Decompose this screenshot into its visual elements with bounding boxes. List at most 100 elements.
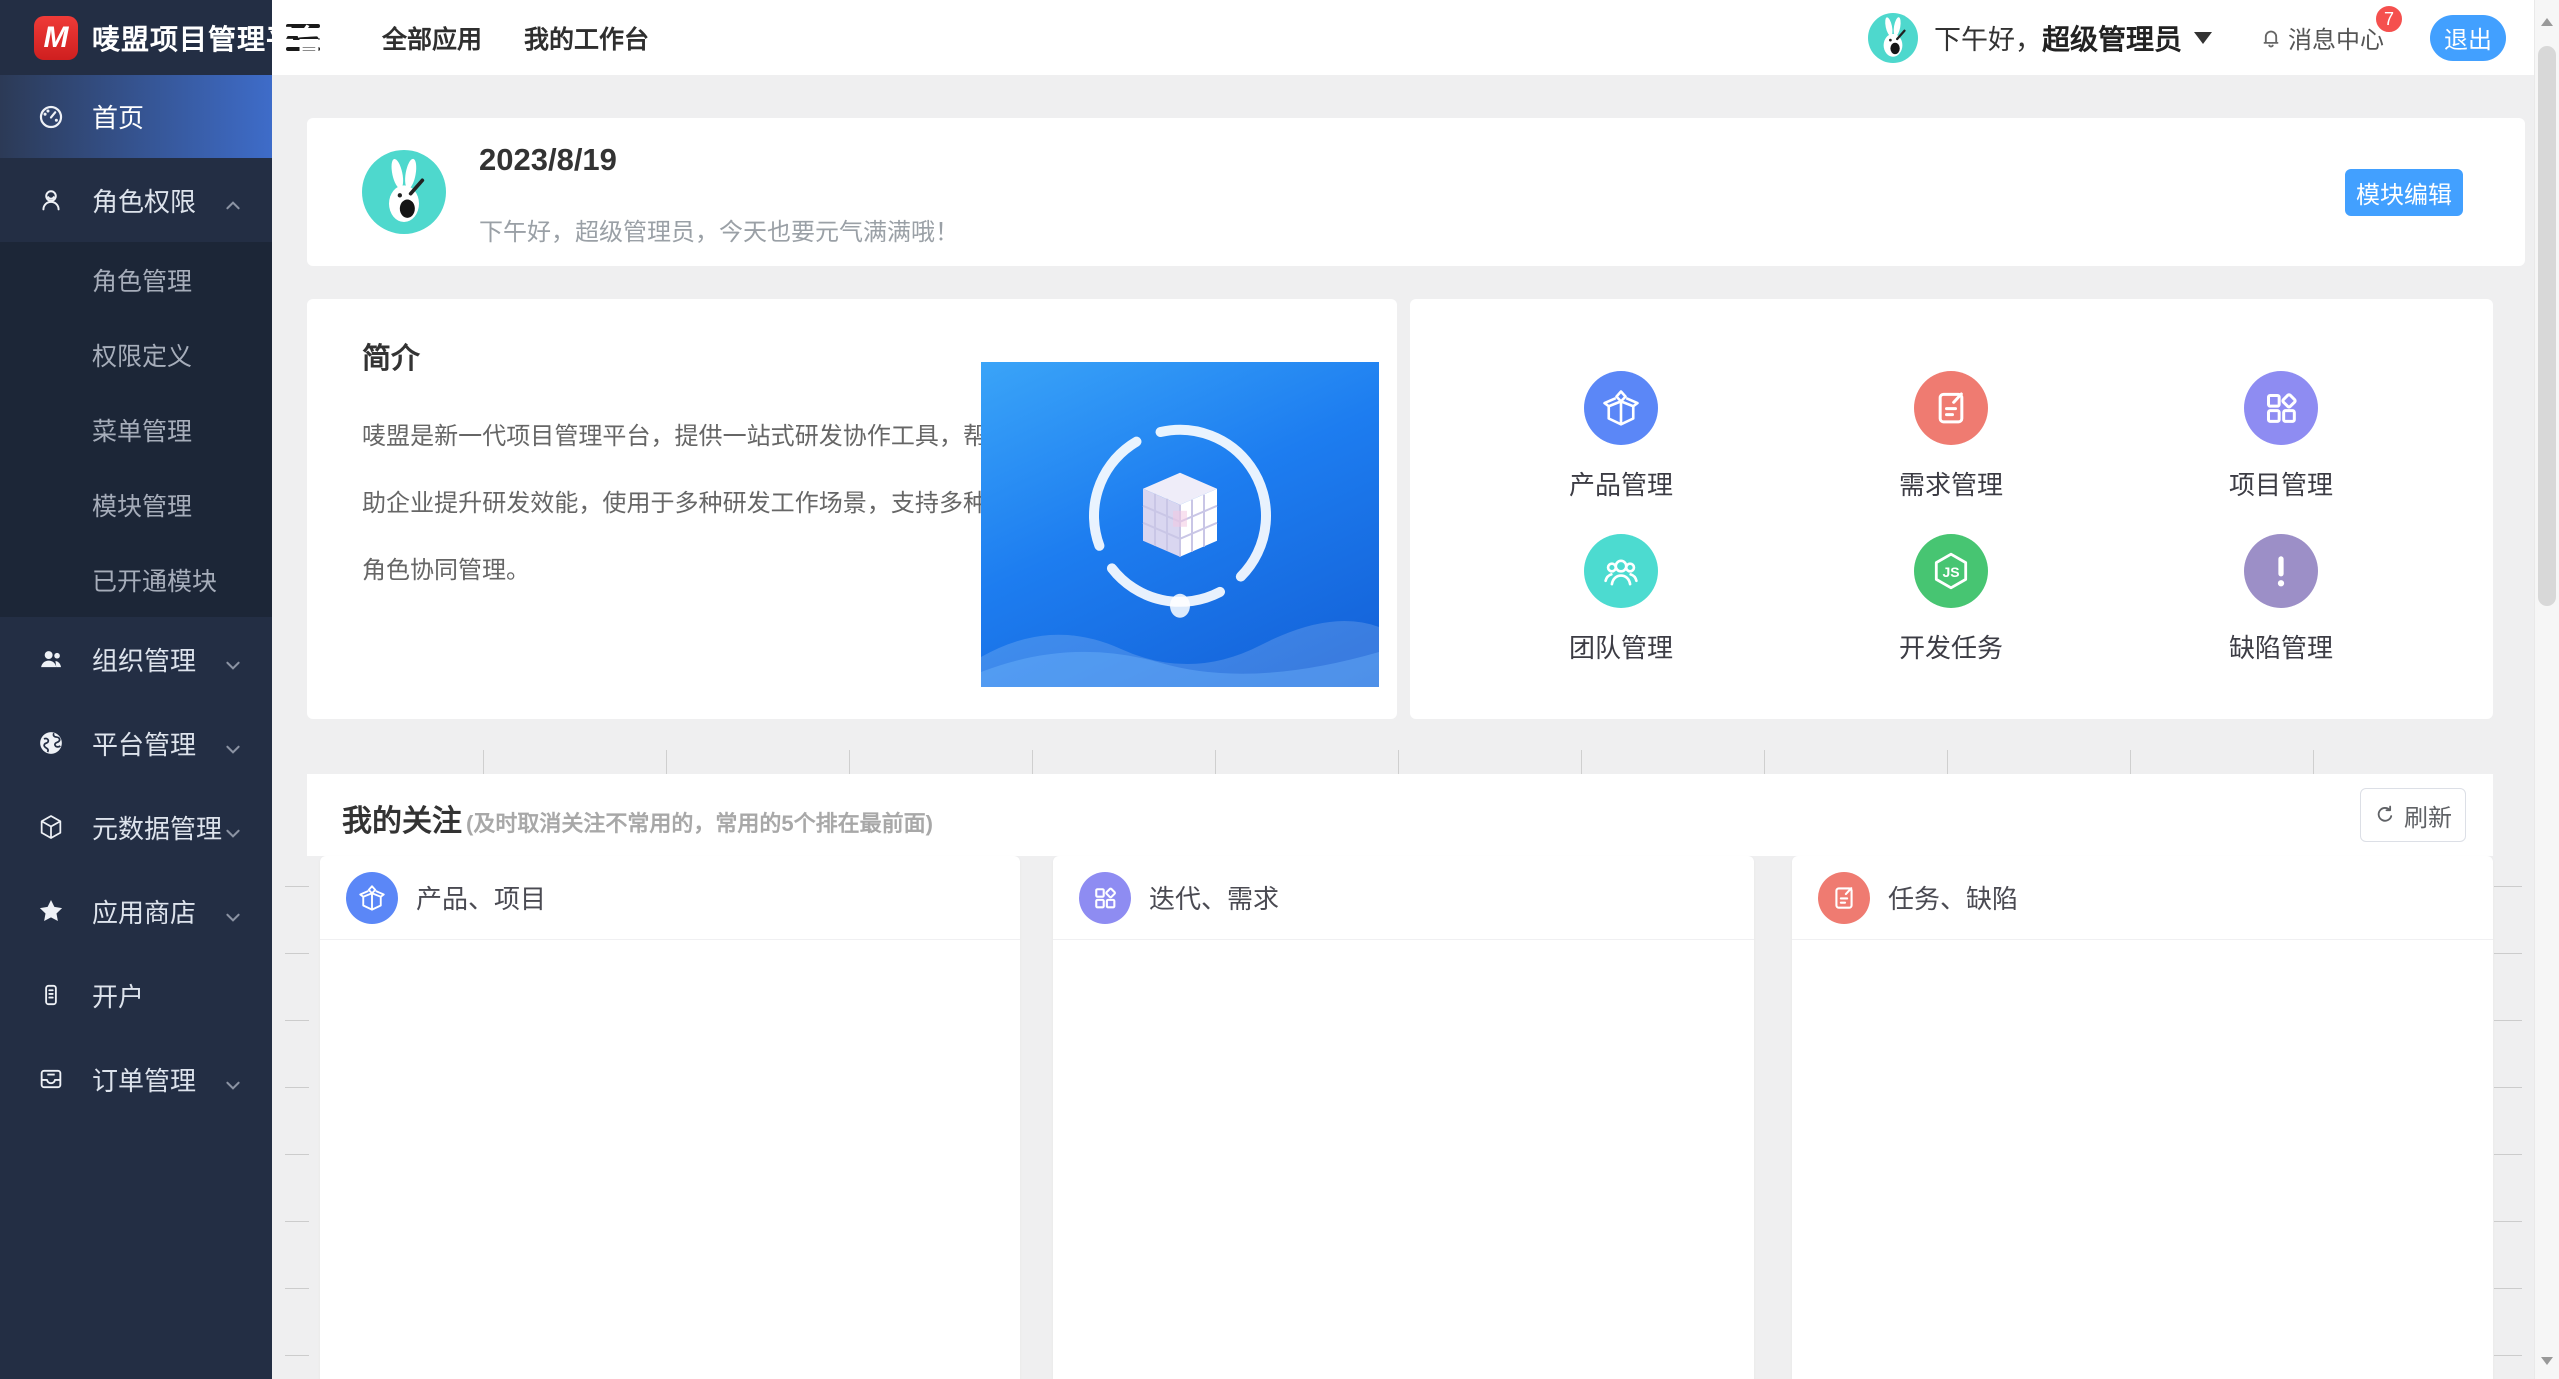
module-label: 项目管理 [2229,465,2333,502]
top-bar: 全部应用 我的工作台 下午好， 超级管理员 消息中心 7 退出 [272,0,2534,75]
refresh-button[interactable]: 刷新 [2360,788,2466,842]
follow-card-iterations-requirements: 迭代、需求 [1053,856,1754,1379]
sidebar-item-metadata[interactable]: 元数据管理 [0,785,272,869]
cube-icon [36,812,66,842]
follow-section-header: 我的关注 (及时取消关注不常用的，常用的5个排在最前面) 刷新 [307,774,2493,856]
logout-button[interactable]: 退出 [2430,15,2506,61]
bell-icon [2258,25,2284,51]
submenu-label: 已开通模块 [92,562,217,598]
chevron-down-icon [224,734,242,752]
follow-card-products-projects: 产品、项目 [320,856,1020,1379]
exclamation-icon [2244,534,2318,608]
submenu-item-menu-management[interactable]: 菜单管理 [0,392,272,467]
header-right-cluster: 下午好， 超级管理员 消息中心 7 退出 [1868,13,2506,63]
module-edit-button[interactable]: 模块编辑 [2345,169,2463,216]
chevron-down-icon [224,818,242,836]
module-product-management[interactable]: 产品管理 [1456,345,1786,508]
app-title: 唛盟项目管理平台 [92,18,324,58]
submenu-label: 角色管理 [92,262,192,298]
module-label: 需求管理 [1899,465,2003,502]
sidebar: M 唛盟项目管理平台 首页 角色权限 角色管理 权限定义 菜单管理 模块管理 已… [0,0,272,1379]
sidebar-item-app-store[interactable]: 应用商店 [0,869,272,953]
globe-icon [36,728,66,758]
modules-grid: 产品管理 需求管理 项目管理 团队管理 [1456,345,2446,671]
background-grid-ticks-right [2494,820,2522,1379]
box-3d-icon [346,872,398,924]
order-icon [36,1064,66,1094]
sidebar-item-label: 平台管理 [92,725,196,762]
squares-icon [2244,371,2318,445]
sidebar-item-role-permission[interactable]: 角色权限 [0,158,272,242]
follow-card-header: 迭代、需求 [1053,856,1754,940]
welcome-card: 2023/8/19 下午好，超级管理员，今天也要元气满满哦！ 模块编辑 [307,118,2525,266]
follow-card-label: 迭代、需求 [1149,879,1279,916]
role-permission-submenu: 角色管理 权限定义 菜单管理 模块管理 已开通模块 [0,242,272,617]
database-icon [36,980,66,1010]
caret-down-icon [2194,32,2212,44]
chevron-up-icon [224,191,242,209]
sidebar-item-home[interactable]: 首页 [0,75,272,158]
wave-decoration [981,597,1379,687]
star-icon [36,896,66,926]
background-grid-ticks-horizontal-band [307,750,2493,774]
sidebar-item-open-account[interactable]: 开户 [0,953,272,1037]
main-content: 2023/8/19 下午好，超级管理员，今天也要元气满满哦！ 模块编辑 简介 唛… [272,75,2534,1379]
message-center[interactable]: 消息中心 7 [2258,20,2384,55]
username: 超级管理员 [2042,18,2182,58]
intro-illustration [981,362,1379,687]
follow-title: 我的关注 [342,796,462,840]
background-grid-ticks-left [285,820,309,1379]
welcome-date: 2023/8/19 [479,142,617,178]
sidebar-item-platform[interactable]: 平台管理 [0,701,272,785]
chevron-down-icon [224,1070,242,1088]
scrollbar-down-arrow[interactable] [2541,1357,2553,1365]
submenu-item-module-management[interactable]: 模块管理 [0,467,272,542]
vertical-scrollbar[interactable] [2534,0,2559,1379]
sidebar-item-organization[interactable]: 组织管理 [0,617,272,701]
cycle-ring-illustration [1065,400,1295,630]
svg-text:JS: JS [1942,564,1959,580]
follow-card-tasks-defects: 任务、缺陷 [1792,856,2493,1379]
tab-my-workbench[interactable]: 我的工作台 [524,20,649,56]
module-defect-management[interactable]: 缺陷管理 [2116,508,2446,671]
submenu-label: 菜单管理 [92,412,192,448]
module-dev-tasks[interactable]: JS 开发任务 [1786,508,2116,671]
module-label: 缺陷管理 [2229,628,2333,665]
module-label: 产品管理 [1569,465,1673,502]
sidebar-item-orders[interactable]: 订单管理 [0,1037,272,1121]
submenu-label: 模块管理 [92,487,192,523]
submenu-item-permission-definition[interactable]: 权限定义 [0,317,272,392]
follow-card-label: 任务、缺陷 [1888,879,2018,916]
follow-card-header: 任务、缺陷 [1792,856,2493,940]
module-project-management[interactable]: 项目管理 [2116,345,2446,508]
submenu-label: 权限定义 [92,337,192,373]
submenu-item-opened-modules[interactable]: 已开通模块 [0,542,272,617]
sidebar-menu: 首页 角色权限 角色管理 权限定义 菜单管理 模块管理 已开通模块 组织管理 [0,75,272,1121]
welcome-greeting: 下午好，超级管理员，今天也要元气满满哦！ [479,212,959,247]
intro-text: 唛盟是新一代项目管理平台，提供一站式研发协作工具，帮助企业提升研发效能，使用于多… [362,403,987,604]
app-logo: M 唛盟项目管理平台 [0,0,272,75]
org-icon [36,644,66,674]
sidebar-item-label: 开户 [92,977,144,1014]
user-avatar[interactable] [1868,13,1918,63]
squares-icon [1079,872,1131,924]
follow-hint: (及时取消关注不常用的，常用的5个排在最前面) [466,806,933,838]
module-team-management[interactable]: 团队管理 [1456,508,1786,671]
dashboard-icon [36,102,66,132]
message-center-label: 消息中心 [2288,20,2384,55]
tab-all-apps[interactable]: 全部应用 [382,20,482,56]
doc-edit-icon [1818,872,1870,924]
scrollbar-up-arrow[interactable] [2541,18,2553,26]
module-label: 开发任务 [1899,628,2003,665]
team-icon [1584,534,1658,608]
scrollbar-thumb[interactable] [2538,46,2556,606]
follow-card-header: 产品、项目 [320,856,1020,940]
module-requirement-management[interactable]: 需求管理 [1786,345,2116,508]
follow-card-label: 产品、项目 [416,879,546,916]
message-count-badge: 7 [2374,4,2404,34]
sidebar-item-label: 应用商店 [92,893,196,930]
submenu-item-role-management[interactable]: 角色管理 [0,242,272,317]
user-menu[interactable]: 下午好， 超级管理员 [1934,18,2212,58]
logo-icon: M [34,16,78,60]
hexagon-js-icon: JS [1914,534,1988,608]
